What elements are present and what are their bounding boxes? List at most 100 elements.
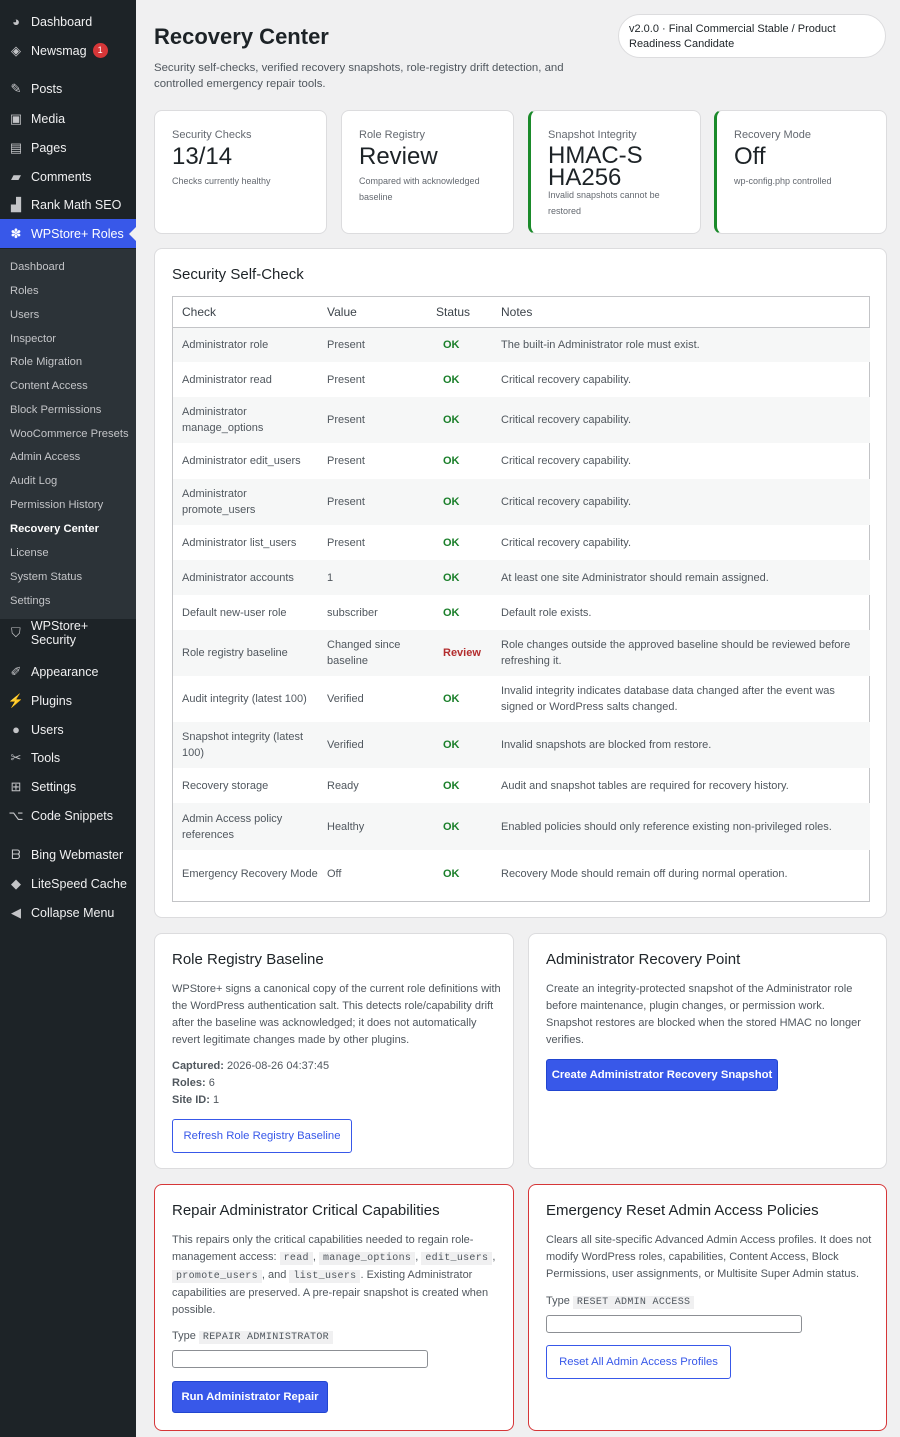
notes-cell: Default role exists. xyxy=(501,606,592,619)
table-row: Administrator manage_options Present OK Cri… xyxy=(173,397,870,443)
menu-collapse[interactable]: ◀ Collapse Menu xyxy=(0,898,136,927)
menu-media[interactable]: ▣ Media xyxy=(0,104,136,133)
submenu-roles[interactable]: Roles xyxy=(10,281,39,301)
comments-icon: ▰ xyxy=(11,168,21,184)
menu-plugins[interactable]: ⚡ Plugins xyxy=(0,686,136,715)
roles-submenu: Dashboard Roles Users Inspector Role Mig… xyxy=(0,249,136,619)
section-title: Role Registry Baseline xyxy=(172,951,324,968)
menu-label: LiteSpeed Cache xyxy=(31,876,127,891)
stat-note: Compared with acknowledged baseline xyxy=(359,176,480,202)
menu-users[interactable]: ● Users xyxy=(0,715,136,744)
create-snapshot-button[interactable]: Create Administrator Recovery Snapshot xyxy=(546,1059,778,1091)
check-cell: Administrator read xyxy=(182,373,272,386)
reset-profiles-button[interactable]: Reset All Admin Access Profiles xyxy=(546,1345,731,1379)
menu-comments[interactable]: ▰ Comments xyxy=(0,162,136,191)
stat-snapshot-integrity: Snapshot Integrity HMAC-SHA256 Invalid s… xyxy=(528,110,701,234)
reset-confirm-input[interactable] xyxy=(546,1315,802,1333)
self-check-table: Check Value Status Notes Administrator r… xyxy=(173,297,870,897)
notes-cell: Invalid integrity indicates database dat… xyxy=(501,685,835,713)
submenu-role-migration[interactable]: Role Migration xyxy=(10,352,82,372)
repair-type-prompt: Type REPAIR ADMINISTRATOR xyxy=(172,1328,333,1346)
menu-rank-math[interactable]: ▟ Rank Math SEO xyxy=(0,190,136,219)
submenu-admin-access[interactable]: Admin Access xyxy=(10,447,80,467)
menu-newsmag[interactable]: ◈ Newsmag 1 xyxy=(0,36,136,65)
value-cell: Present xyxy=(318,479,427,525)
baseline-card: Role Registry Baseline WPStore+ signs a … xyxy=(154,933,514,1169)
col-value: Value xyxy=(318,297,427,328)
menu-label: Media xyxy=(31,111,66,126)
submenu-system-status[interactable]: System Status xyxy=(10,567,82,587)
repair-confirm-input[interactable] xyxy=(172,1350,428,1368)
submenu-dashboard[interactable]: Dashboard xyxy=(10,257,65,277)
menu-tools[interactable]: ✂ Tools xyxy=(0,743,136,772)
chart-icon: ▟ xyxy=(11,196,21,212)
menu-litespeed[interactable]: ◆ LiteSpeed Cache xyxy=(0,869,136,898)
stat-recovery-mode: Recovery Mode Off wp-config.php controll… xyxy=(714,110,887,234)
submenu-audit-log[interactable]: Audit Log xyxy=(10,471,57,491)
value-cell: Off xyxy=(327,867,342,880)
baseline-captured: Captured: 2026-08-26 04:37:45 xyxy=(172,1058,329,1075)
submenu-recovery-center[interactable]: Recovery Center xyxy=(10,519,99,539)
value-cell: Present xyxy=(327,373,365,386)
confirm-code: RESET ADMIN ACCESS xyxy=(572,1296,695,1309)
reset-description: Clears all site-specific Advanced Admin … xyxy=(546,1234,872,1280)
repair-card: Repair Administrator Critical Capabiliti… xyxy=(154,1184,514,1431)
menu-settings[interactable]: ⊞ Settings xyxy=(0,772,136,801)
submenu-settings[interactable]: Settings xyxy=(10,591,50,611)
notes-cell: Enabled policies should only reference e… xyxy=(492,803,870,850)
cap-code: read xyxy=(279,1252,313,1265)
value-cell: 1 xyxy=(318,560,427,595)
bing-icon: ᗷ xyxy=(11,846,21,862)
menu-posts[interactable]: ✎ Posts xyxy=(0,74,136,103)
submenu-permission-history[interactable]: Permission History xyxy=(10,495,103,515)
status-cell: OK xyxy=(443,867,460,880)
update-badge: 1 xyxy=(92,43,108,58)
menu-bing-webmaster[interactable]: ᗷ Bing Webmaster xyxy=(0,840,136,869)
notes-cell: At least one site Administrator should r… xyxy=(492,560,870,595)
menu-label: WPStore+ Roles xyxy=(31,226,124,241)
code-icon: ⌥ xyxy=(8,807,24,823)
check-cell: Role registry baseline xyxy=(173,630,318,676)
submenu-users[interactable]: Users xyxy=(10,305,39,325)
stat-value: Review xyxy=(359,143,438,170)
notes-cell: Audit and snapshot tables are required f… xyxy=(501,779,789,792)
reset-type-prompt: Type RESET ADMIN ACCESS xyxy=(546,1293,695,1311)
refresh-baseline-button[interactable]: Refresh Role Registry Baseline xyxy=(172,1119,352,1153)
status-cell: OK xyxy=(443,373,460,386)
status-cell: OK xyxy=(427,327,492,362)
value-cell: Present xyxy=(318,327,427,362)
check-cell: Administrator role xyxy=(173,327,318,362)
menu-appearance[interactable]: ✐ Appearance xyxy=(0,657,136,686)
menu-code-snippets[interactable]: ⌥ Code Snippets xyxy=(0,801,136,830)
menu-label: Comments xyxy=(31,169,92,184)
col-check: Check xyxy=(173,297,318,328)
brush-icon: ✐ xyxy=(10,663,22,679)
value-cell: Present xyxy=(318,397,427,443)
stat-label: Snapshot Integrity xyxy=(548,129,637,141)
self-check-card: Security Self-Check Check Value Status N… xyxy=(154,248,887,918)
menu-label: Dashboard xyxy=(31,14,93,29)
submenu-license[interactable]: License xyxy=(10,543,49,563)
version-badge: v2.0.0 · Final Commercial Stable / Produ… xyxy=(618,14,886,58)
status-cell: OK xyxy=(427,397,492,443)
check-cell: Emergency Recovery Mode xyxy=(182,867,318,880)
status-cell: OK xyxy=(443,693,460,705)
submenu-woocommerce-presets[interactable]: WooCommerce Presets xyxy=(10,424,129,444)
menu-wpstore-roles[interactable]: ✽ WPStore+ Roles xyxy=(0,219,136,248)
submenu-inspector[interactable]: Inspector xyxy=(10,329,56,349)
page-title: Recovery Center xyxy=(154,24,329,49)
value-cell: Changed since baseline xyxy=(318,630,427,676)
reset-card: Emergency Reset Admin Access Policies Cl… xyxy=(528,1184,887,1431)
menu-dashboard[interactable]: ◕ Dashboard xyxy=(0,7,136,36)
type-label: Type xyxy=(172,1330,196,1342)
page-subtitle: Security self-checks, verified recovery … xyxy=(154,62,564,90)
menu-pages[interactable]: ▤ Pages xyxy=(0,133,136,162)
notes-cell: Role changes outside the approved baseli… xyxy=(492,630,870,676)
run-repair-button[interactable]: Run Administrator Repair xyxy=(172,1381,328,1413)
submenu-content-access[interactable]: Content Access xyxy=(10,376,88,396)
menu-label: Rank Math SEO xyxy=(31,197,122,212)
menu-wpstore-security[interactable]: ⛉ WPStore+ Security xyxy=(0,618,136,647)
table-row: Administrator role Present OK The built-in … xyxy=(173,327,870,362)
submenu-block-permissions[interactable]: Block Permissions xyxy=(10,400,101,420)
notes-cell: The built-in Administrator role must exi… xyxy=(492,327,870,362)
